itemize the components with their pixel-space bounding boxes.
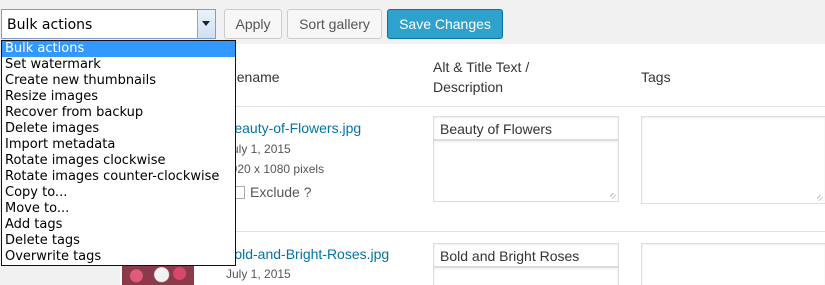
resize-grip-icon[interactable] xyxy=(610,193,616,199)
row-1-exclude-label: Exclude ? xyxy=(250,184,312,200)
row-1-filename-link[interactable]: Beauty-of-Flowers.jpg xyxy=(225,120,361,136)
row-2-tags-textarea[interactable] xyxy=(641,243,825,285)
option-overwrite-tags[interactable]: Overwrite tags xyxy=(2,249,235,265)
row-2-date: July 1, 2015 xyxy=(226,267,291,281)
option-move-to[interactable]: Move to... xyxy=(2,201,235,217)
row-1-alt-text-input[interactable]: Beauty of Flowers xyxy=(433,116,619,140)
column-header-tags: Tags xyxy=(641,69,671,85)
option-add-tags[interactable]: Add tags xyxy=(2,217,235,233)
option-delete-images[interactable]: Delete images xyxy=(2,121,235,137)
option-create-new-thumbnails[interactable]: Create new thumbnails xyxy=(2,73,235,89)
save-changes-button[interactable]: Save Changes xyxy=(387,9,503,39)
option-recover-from-backup[interactable]: Recover from backup xyxy=(2,105,235,121)
row-2-description-textarea[interactable] xyxy=(433,267,619,285)
resize-grip-icon[interactable] xyxy=(817,195,823,201)
option-copy-to[interactable]: Copy to... xyxy=(2,185,235,201)
option-bulk-actions[interactable]: Bulk actions xyxy=(2,41,235,57)
option-import-metadata[interactable]: Import metadata xyxy=(2,137,235,153)
bulk-actions-selected-value: Bulk actions xyxy=(7,17,93,33)
row-2-alt-text-input[interactable]: Bold and Bright Roses xyxy=(433,243,619,267)
column-header-alt-title-line2: Description xyxy=(433,79,504,95)
option-set-watermark[interactable]: Set watermark xyxy=(2,57,235,73)
row-1-description-textarea[interactable] xyxy=(433,140,619,202)
dropdown-arrow-icon[interactable] xyxy=(197,10,215,38)
toolbar: Bulk actions Apply Sort gallery Save Cha… xyxy=(0,0,825,44)
bulk-actions-select[interactable]: Bulk actions xyxy=(1,9,216,39)
sort-gallery-button[interactable]: Sort gallery xyxy=(287,9,382,39)
bulk-actions-dropdown-list: Bulk actions Set watermark Create new th… xyxy=(1,40,236,266)
option-rotate-counter-clockwise[interactable]: Rotate images counter-clockwise xyxy=(2,169,235,185)
column-header-alt-title-line1: Alt & Title Text / xyxy=(433,59,530,75)
apply-button[interactable]: Apply xyxy=(224,9,282,39)
row-2-filename-link[interactable]: Bold-and-Bright-Roses.jpg xyxy=(225,246,389,262)
option-resize-images[interactable]: Resize images xyxy=(2,89,235,105)
option-delete-tags[interactable]: Delete tags xyxy=(2,233,235,249)
row-1-tags-textarea[interactable] xyxy=(641,116,825,204)
row-1-dimensions: 1920 x 1080 pixels xyxy=(224,162,325,176)
option-rotate-clockwise[interactable]: Rotate images clockwise xyxy=(2,153,235,169)
